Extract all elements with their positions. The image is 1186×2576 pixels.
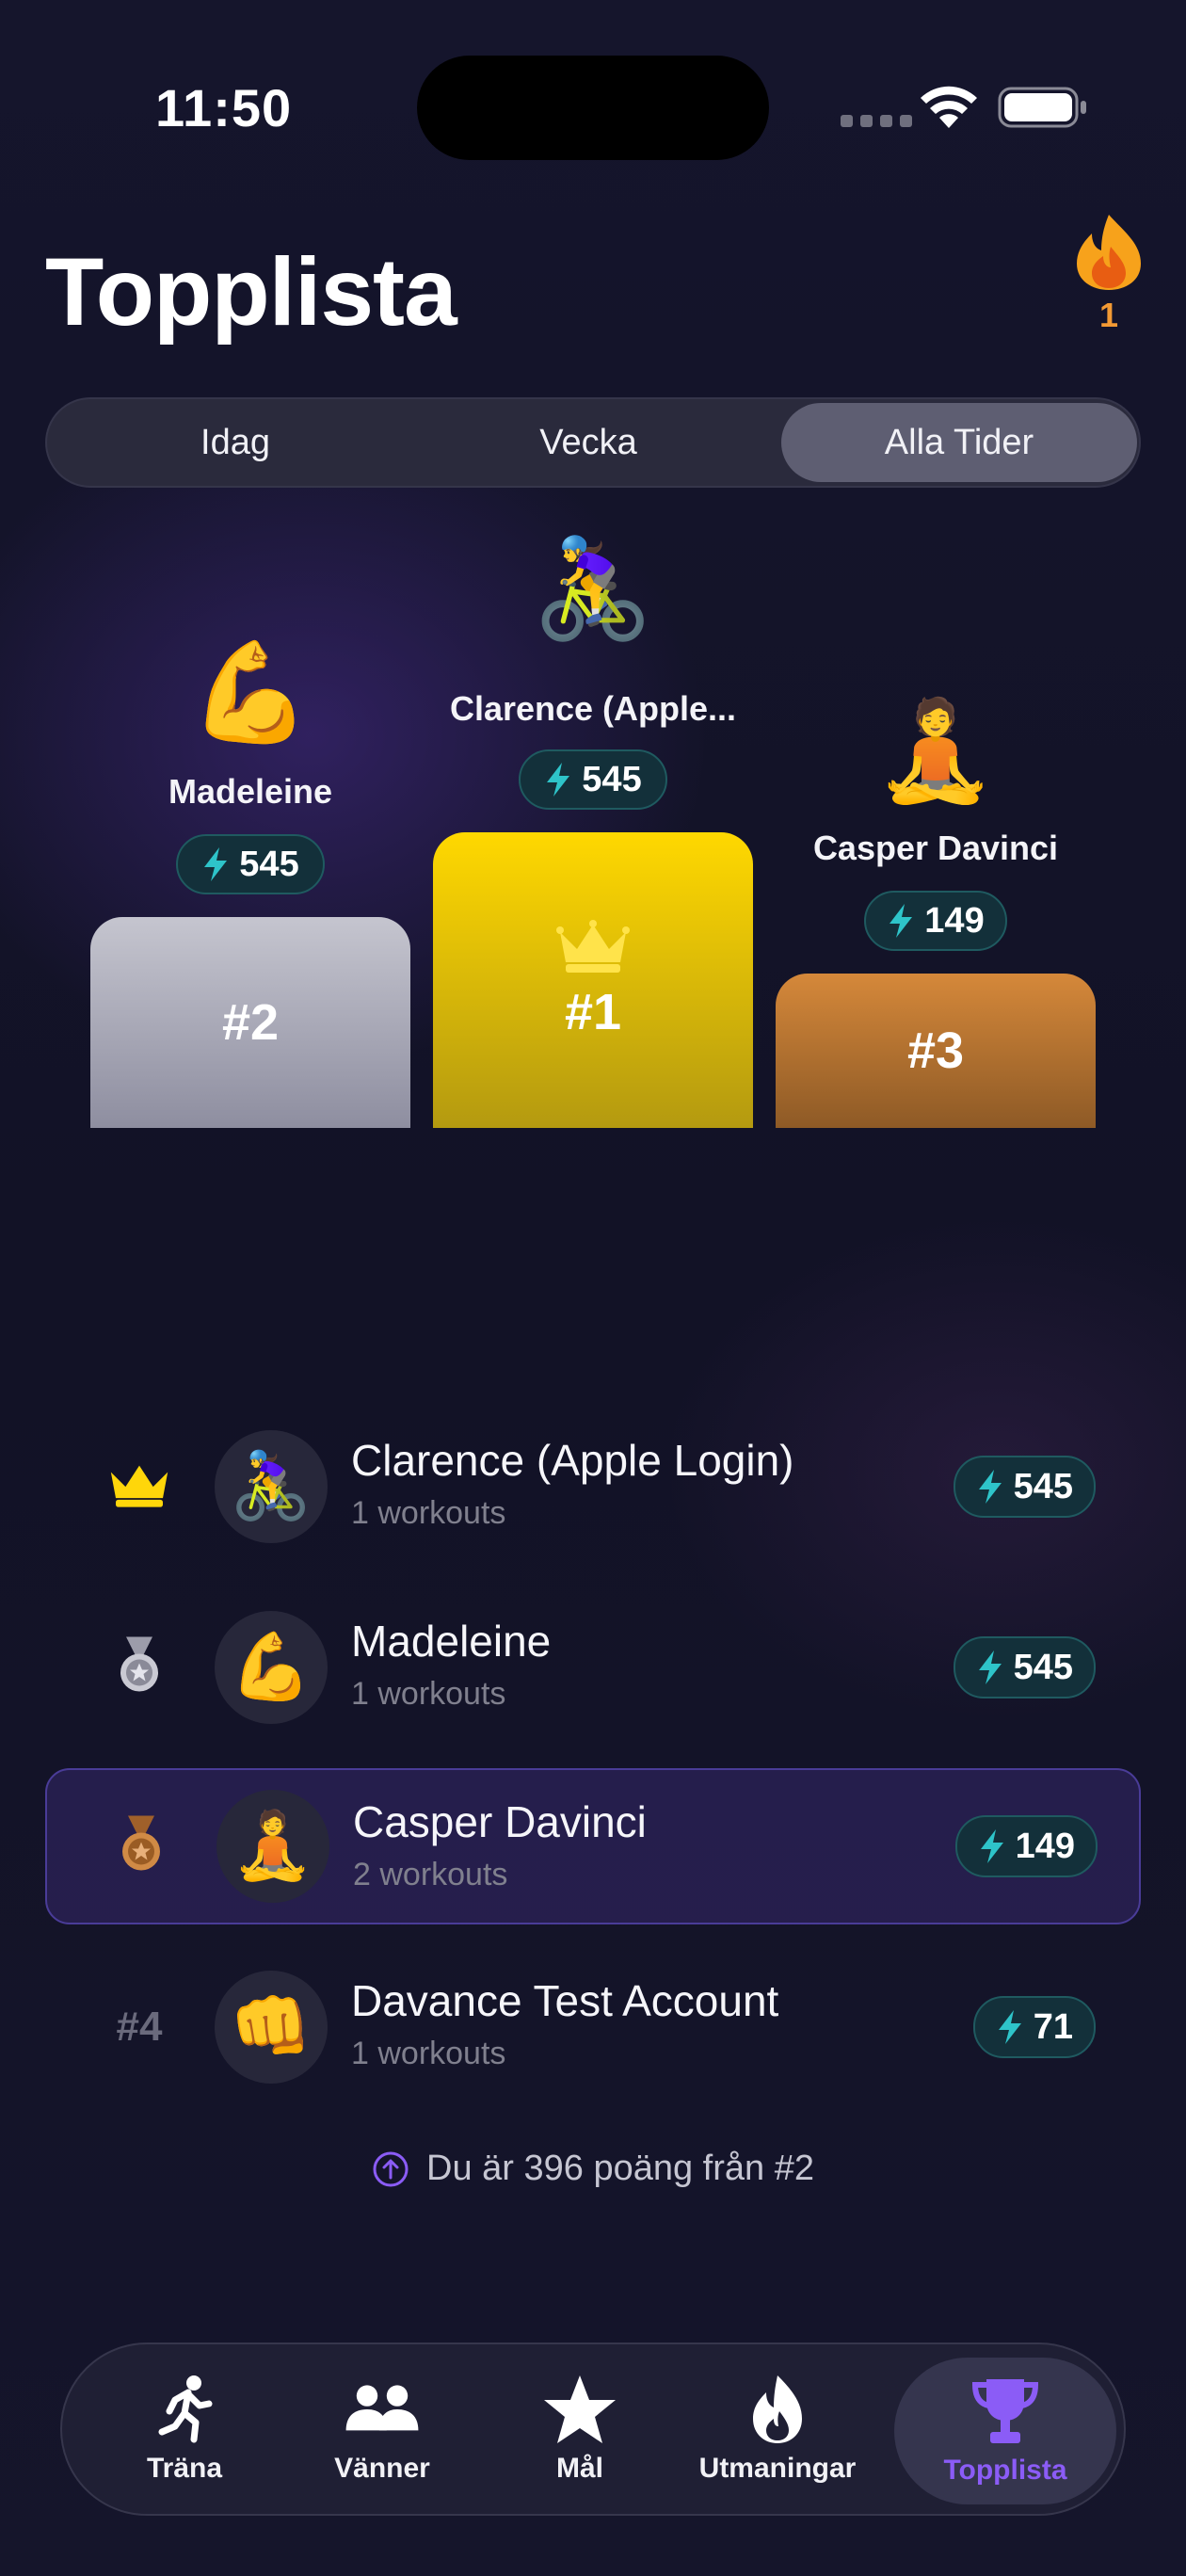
points-badge: 545 (953, 1636, 1096, 1699)
streak-count: 1 (1098, 296, 1119, 334)
silver-medal-icon (102, 1635, 177, 1700)
podium-3-name: Casper Davinci (812, 829, 1059, 867)
tab-all-time[interactable]: Alla Tider (781, 403, 1137, 482)
podium-1-name: Clarence (Apple... (449, 689, 737, 728)
points-value: 545 (1013, 1647, 1073, 1687)
podium-2-block: #2 (90, 917, 410, 1128)
points-gap-hint: Du är 396 poäng från #2 (0, 2149, 1186, 2189)
flame-icon (753, 2375, 802, 2443)
tab-challenges[interactable]: Utmaningar (683, 2344, 872, 2514)
podium-1-avatar: 🚴‍♀️ (532, 535, 654, 644)
wifi-icon (921, 86, 977, 128)
points-badge: 149 (954, 1815, 1098, 1877)
tab-label: Träna (146, 2453, 223, 2484)
points-value: 545 (239, 844, 299, 884)
tab-train[interactable]: Träna (100, 2344, 269, 2514)
avatar: 👊 (215, 1971, 328, 2084)
points-value: 71 (1033, 2006, 1073, 2047)
tab-label: Mål (555, 2453, 603, 2484)
podium-2-points: 545 (176, 834, 325, 894)
flame-icon[interactable] (1073, 213, 1145, 292)
workout-count: 1 workouts (351, 1495, 506, 1531)
avatar: 💪 (215, 1611, 328, 1724)
podium-3-points: 149 (864, 891, 1007, 951)
bolt-icon (980, 1829, 1003, 1863)
points-badge: 545 (953, 1456, 1096, 1518)
bolt-icon (547, 763, 570, 797)
leaderboard-row-current-user[interactable]: 🧘 Casper Davinci 2 workouts 149 (45, 1768, 1141, 1924)
user-name: Madeleine (351, 1617, 552, 1666)
star-icon (544, 2375, 616, 2443)
status-time: 11:50 (155, 78, 293, 137)
tab-label: Topplista (943, 2455, 1067, 2486)
tab-bar: Träna Vänner Mål Utmaningar Topplista (60, 2343, 1126, 2516)
tab-goals[interactable]: Mål (505, 2344, 655, 2514)
workout-count: 1 workouts (351, 1676, 506, 1712)
crown-icon (102, 1461, 177, 1513)
trophy-icon (971, 2379, 1039, 2443)
leaderboard-row[interactable]: #4 👊 Davance Test Account 1 workouts 71 (45, 1949, 1141, 2105)
user-name: Clarence (Apple Login) (351, 1436, 794, 1485)
leaderboard-row[interactable]: 🚴‍♀️ Clarence (Apple Login) 1 workouts 5… (45, 1409, 1141, 1565)
leaderboard-row[interactable]: 💪 Madeleine 1 workouts 545 (45, 1589, 1141, 1746)
podium-3-place: #3 (906, 1022, 965, 1079)
tab-friends[interactable]: Vänner (288, 2344, 476, 2514)
page-title: Topplista (45, 238, 457, 346)
bolt-icon (204, 847, 228, 881)
arrow-up-circle-icon (373, 2151, 409, 2186)
rank-number: #4 (116, 2004, 163, 2050)
running-icon (158, 2375, 213, 2443)
points-value: 149 (924, 900, 985, 941)
tab-today[interactable]: Idag (66, 399, 405, 486)
tab-leaderboard[interactable]: Topplista (894, 2358, 1116, 2504)
user-name: Davance Test Account (351, 1976, 779, 2025)
points-value: 545 (582, 759, 642, 799)
bolt-icon (998, 2010, 1021, 2044)
tab-label: Utmaningar (698, 2453, 857, 2484)
podium-3-block: #3 (776, 974, 1096, 1128)
podium-2-name: Madeleine (168, 772, 333, 811)
battery-icon (998, 87, 1086, 128)
tab-label: Vänner (334, 2453, 430, 2484)
podium-2-avatar: 💪 (189, 638, 312, 748)
hint-text: Du är 396 poäng från #2 (426, 2149, 814, 2188)
podium-1-place: #1 (564, 984, 622, 1040)
bolt-icon (978, 1470, 1002, 1504)
friends-icon (345, 2385, 419, 2431)
workout-count: 2 workouts (353, 1857, 508, 1892)
points-value: 545 (1013, 1466, 1073, 1506)
podium-1-points: 545 (519, 749, 667, 810)
avatar: 🚴‍♀️ (215, 1430, 328, 1543)
bolt-icon (890, 904, 913, 938)
podium-3-avatar: 🧘 (874, 697, 997, 806)
bronze-medal-icon (104, 1814, 179, 1879)
points-value: 149 (1015, 1826, 1075, 1866)
crown-icon (556, 920, 630, 973)
signal-dots-icon (841, 115, 912, 127)
user-name: Casper Davinci (353, 1797, 647, 1846)
podium-1-block: #1 (433, 832, 753, 1128)
points-badge: 71 (972, 1996, 1096, 2058)
tab-week[interactable]: Vecka (419, 399, 758, 486)
time-range-segmented-control: Idag Vecka Alla Tider (45, 397, 1141, 488)
bolt-icon (978, 1650, 1002, 1684)
podium-2-place: #2 (221, 994, 280, 1051)
avatar: 🧘 (216, 1790, 329, 1903)
workout-count: 1 workouts (351, 2036, 506, 2071)
dynamic-island (417, 56, 769, 160)
background (0, 0, 1186, 2576)
